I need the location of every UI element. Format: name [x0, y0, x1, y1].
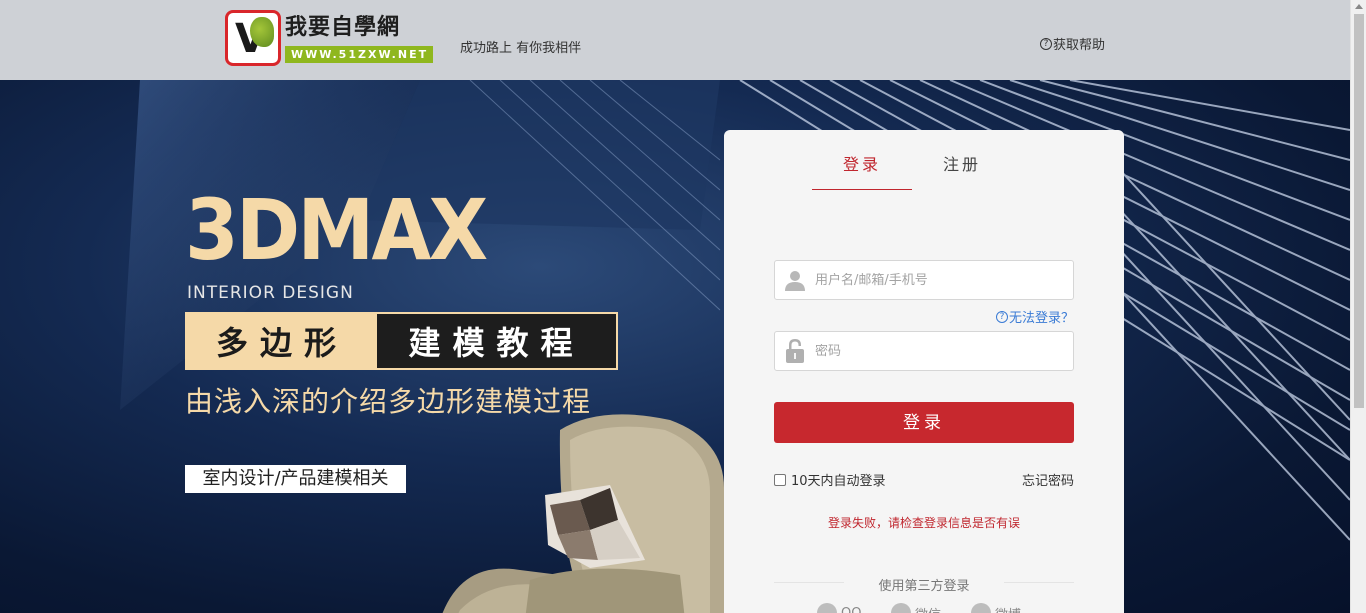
tab-login[interactable]: 登录 [812, 154, 912, 176]
banner-subtitle: INTERIOR DESIGN [187, 283, 354, 303]
weibo-icon [971, 603, 991, 613]
top-header: V 我要自學網 WWW.51ZXW.NET 成功路上 有你我相伴 ? 获取帮助 [0, 0, 1350, 80]
password-input[interactable] [815, 343, 1065, 359]
tab-register[interactable]: 注册 [912, 154, 1012, 176]
forgot-password-link[interactable]: 忘记密码 [1022, 470, 1074, 489]
lock-icon [775, 332, 815, 370]
help-link[interactable]: ? 获取帮助 [1040, 34, 1105, 53]
logo-url: WWW.51ZXW.NET [285, 46, 433, 63]
hero-banner: 3DMAX INTERIOR DESIGN 多边形 建模教程 由浅入深的介绍多边… [0, 80, 1350, 613]
scroll-up-arrow-icon[interactable] [1355, 4, 1363, 9]
question-circle-icon: ? [1040, 37, 1052, 50]
cant-login-link[interactable]: ? 无法登录？ [995, 307, 1074, 326]
banner-tag-right: 建模教程 [377, 314, 616, 368]
login-tabs: 登录 注册 [812, 154, 1012, 190]
login-panel: 登录 注册 ? 无法登录？ 登录 10天内自动登录 忘记密码 登 [724, 130, 1124, 613]
banner-tag: 多边形 建模教程 [185, 312, 618, 370]
active-tab-indicator [812, 189, 912, 190]
scroll-thumb[interactable] [1354, 14, 1364, 408]
login-qq-button[interactable]: QQ [817, 603, 861, 613]
armchair-illustration [442, 414, 725, 613]
login-submit-button[interactable]: 登录 [774, 402, 1074, 443]
banner-tag-left: 多边形 [187, 314, 377, 368]
wechat-label: 微信 [915, 604, 941, 613]
logo-title: 我要自學網 [285, 15, 401, 40]
remember-checkbox[interactable] [774, 473, 786, 486]
remember-label: 10天内自动登录 [791, 474, 886, 489]
third-party-divider: 使用第三方登录 [774, 575, 1074, 594]
site-logo[interactable]: V 我要自學網 WWW.51ZXW.NET [225, 9, 435, 67]
username-input[interactable] [815, 272, 1065, 288]
login-weibo-button[interactable]: 微博 [971, 603, 1021, 613]
qq-icon [817, 603, 837, 613]
user-icon [775, 261, 815, 299]
qq-label: QQ [841, 605, 862, 613]
cant-login-label: 无法登录？ [1008, 311, 1074, 326]
username-field[interactable] [774, 260, 1074, 300]
question-circle-icon: ? [995, 310, 1008, 323]
logo-v-icon: V [225, 10, 281, 66]
banner-category: 室内设计/产品建模相关 [185, 465, 406, 493]
remember-me[interactable]: 10天内自动登录 [774, 470, 886, 489]
third-party-label: 使用第三方登录 [878, 579, 970, 594]
help-label: 获取帮助 [1053, 38, 1106, 53]
page-scrollbar[interactable] [1350, 0, 1366, 613]
password-field[interactable] [774, 331, 1074, 371]
banner-title: 3DMAX [185, 181, 488, 279]
login-error-message: 登录失败，请检查登录信息是否有误 [827, 516, 1020, 530]
site-slogan: 成功路上 有你我相伴 [460, 41, 582, 56]
login-wechat-button[interactable]: 微信 [891, 603, 941, 613]
weibo-label: 微博 [995, 604, 1021, 613]
wechat-icon [891, 603, 911, 613]
